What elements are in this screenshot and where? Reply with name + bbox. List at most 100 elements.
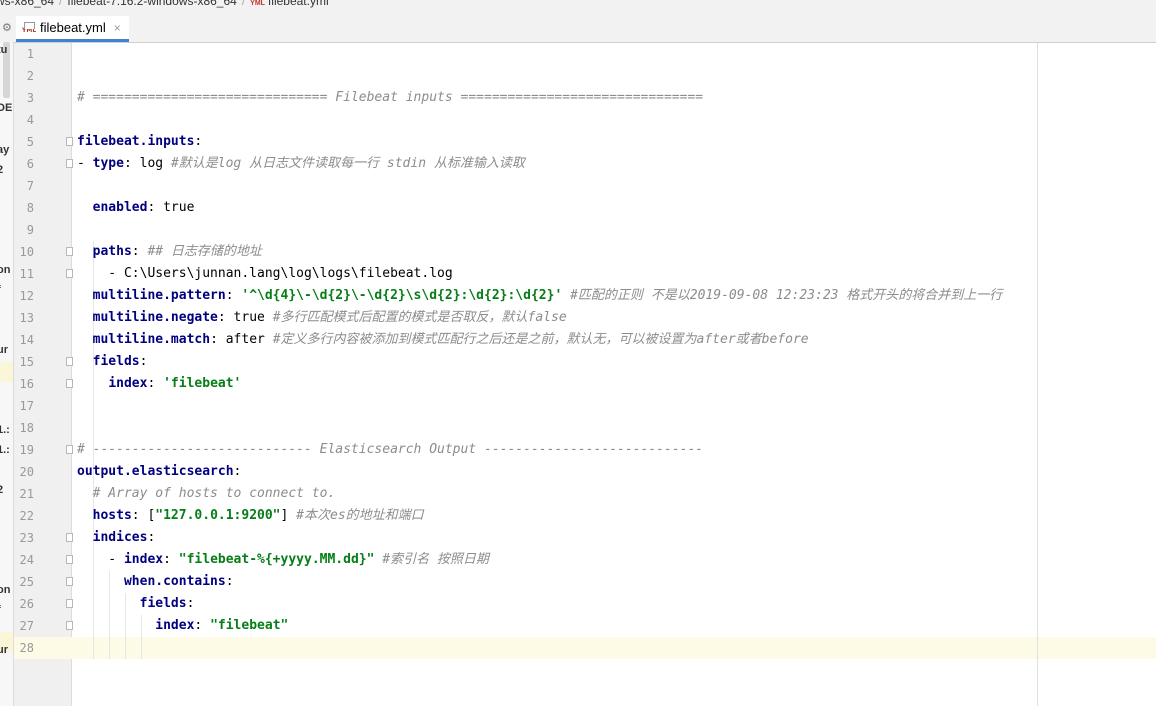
code-line[interactable]: 12 multiline.pattern: '^\d{4}\-\d{2}\-\d…: [14, 285, 1156, 307]
code-line[interactable]: 8 enabled: true: [14, 197, 1156, 219]
code-line[interactable]: 26 fields:: [14, 593, 1156, 615]
tab-label: filebeat.yml: [40, 20, 106, 35]
plain-text: :: [186, 596, 195, 611]
code-line[interactable]: 1: [14, 43, 1156, 65]
plain-text: :: [225, 288, 242, 303]
tab-filebeat-yml[interactable]: YML filebeat.yml ×: [16, 16, 129, 42]
fold-marker-icon[interactable]: [66, 159, 73, 168]
plain-text: [77, 310, 93, 325]
code-editor[interactable]: 1 2 3 # ============================== File…: [14, 43, 1156, 706]
code-line[interactable]: 6 - type: log #默认是log 从日志文件读取每一行 stdin 从标…: [14, 153, 1156, 175]
line-number: 17: [19, 399, 34, 413]
code-line[interactable]: 19 # ---------------------------- Elastic…: [14, 439, 1156, 461]
code-line[interactable]: 16 index: 'filebeat': [14, 373, 1156, 395]
code-line[interactable]: 2: [14, 65, 1156, 87]
code-line[interactable]: 23 indices:: [14, 527, 1156, 549]
plain-text: ]: [280, 508, 297, 523]
close-icon[interactable]: ×: [114, 21, 121, 35]
fold-marker-icon[interactable]: [66, 621, 73, 630]
yml-file-icon: YML: [22, 21, 36, 34]
breadcrumb-item-folder[interactable]: ws-x86_64: [0, 0, 54, 8]
code-line[interactable]: 21 # Array of hosts to connect to.: [14, 483, 1156, 505]
code-line[interactable]: 20 output.elasticsearch:: [14, 461, 1156, 483]
string-literal: "filebeat": [210, 618, 289, 633]
code-line[interactable]: 13 multiline.negate: true #多行匹配模式后配置的模式是…: [14, 307, 1156, 329]
fold-marker-icon[interactable]: [66, 533, 73, 542]
panel-text-fragment: 1.:: [0, 444, 10, 456]
panel-text-fragment: 2: [0, 164, 3, 176]
line-number: 25: [19, 575, 34, 589]
plain-text: : after: [210, 332, 273, 347]
code-text: when.contains:: [77, 574, 234, 590]
code-text: - C:\Users\junnan.lang\log\logs\filebeat…: [77, 266, 452, 282]
code-line[interactable]: 18: [14, 417, 1156, 439]
plain-text: [562, 288, 570, 303]
plain-text: [77, 332, 93, 347]
plain-text: [77, 354, 93, 369]
yaml-key: index: [123, 552, 164, 567]
fold-marker-icon[interactable]: [66, 599, 73, 608]
plain-text: : log: [123, 156, 171, 171]
comment: #匹配的正则 不是以2019-09-08 12:23:23 格式开头的将合并到上…: [570, 288, 1003, 303]
yaml-key: paths: [92, 244, 132, 259]
fold-marker-icon[interactable]: [66, 445, 73, 454]
line-number: 18: [19, 421, 34, 435]
fold-marker-icon[interactable]: [66, 269, 73, 278]
code-line[interactable]: 28: [14, 637, 1156, 659]
line-number: 6: [26, 157, 34, 171]
line-number: 22: [19, 509, 34, 523]
code-text: # ============================== Filebea…: [77, 90, 703, 106]
line-number: 19: [19, 443, 34, 457]
code-line[interactable]: 9: [14, 219, 1156, 241]
plain-text: :: [163, 552, 179, 567]
code-line[interactable]: 24 - index: "filebeat-%{+yyyy.MM.dd}" #索…: [14, 549, 1156, 571]
code-line[interactable]: 17: [14, 395, 1156, 417]
yaml-key: hosts: [92, 508, 132, 523]
yaml-key: indices: [92, 530, 148, 545]
line-number: 7: [26, 179, 34, 193]
yaml-key: multiline.pattern: [92, 288, 226, 303]
code-line[interactable]: 15 fields:: [14, 351, 1156, 373]
panel-text-fragment: on: [0, 584, 11, 596]
yaml-key: multiline.negate: [92, 310, 218, 325]
yaml-key: multiline.match: [92, 332, 211, 347]
comment: # ============================== Filebea…: [77, 90, 704, 105]
code-line[interactable]: 11 - C:\Users\junnan.lang\log\logs\fileb…: [14, 263, 1156, 285]
code-line[interactable]: 3 # ============================== Filebe…: [14, 87, 1156, 109]
fold-marker-icon[interactable]: [66, 357, 73, 366]
plain-text: :: [147, 376, 164, 391]
code-text: filebeat.inputs:: [77, 134, 202, 150]
line-number: 26: [19, 597, 34, 611]
line-number: 16: [19, 377, 34, 391]
string-literal: "127.0.0.1:9200": [155, 508, 281, 523]
comment: # ---------------------------- Elasticse…: [77, 442, 704, 457]
line-number: 10: [19, 245, 34, 259]
fold-marker-icon[interactable]: [66, 555, 73, 564]
code-line[interactable]: 5 filebeat.inputs:: [14, 131, 1156, 153]
plain-text: :: [139, 354, 148, 369]
line-number: 14: [19, 333, 34, 347]
breadcrumb-item-file[interactable]: filebeat.yml: [268, 0, 329, 8]
yaml-key: fields: [139, 596, 187, 611]
yaml-key: output.elasticsearch: [77, 464, 234, 479]
fold-marker-icon[interactable]: [66, 577, 73, 586]
code-line[interactable]: 25 when.contains:: [14, 571, 1156, 593]
plain-text: [77, 574, 124, 589]
code-line[interactable]: 27 index: "filebeat": [14, 615, 1156, 637]
code-line[interactable]: 22 hosts: ["127.0.0.1:9200"] #本次es的地址和端口: [14, 505, 1156, 527]
plain-text: :: [233, 464, 242, 479]
breadcrumb-item-folder[interactable]: filebeat-7.16.2-windows-x86_64: [67, 0, 236, 8]
code-line[interactable]: 7: [14, 175, 1156, 197]
comment: # Array of hosts to connect to.: [92, 486, 336, 501]
gear-icon[interactable]: ⚙: [2, 21, 12, 34]
fold-marker-icon[interactable]: [66, 379, 73, 388]
plain-text: : [: [131, 508, 156, 523]
code-line[interactable]: 10 paths: ## 日志存储的地址: [14, 241, 1156, 263]
line-number: 4: [26, 113, 34, 127]
line-number: 15: [19, 355, 34, 369]
fold-marker-icon[interactable]: [66, 137, 73, 146]
code-text: multiline.match: after #定义多行内容被添加到模式匹配行之…: [77, 332, 809, 348]
code-line[interactable]: 14 multiline.match: after #定义多行内容被添加到模式匹…: [14, 329, 1156, 351]
code-line[interactable]: 4: [14, 109, 1156, 131]
fold-marker-icon[interactable]: [66, 247, 73, 256]
